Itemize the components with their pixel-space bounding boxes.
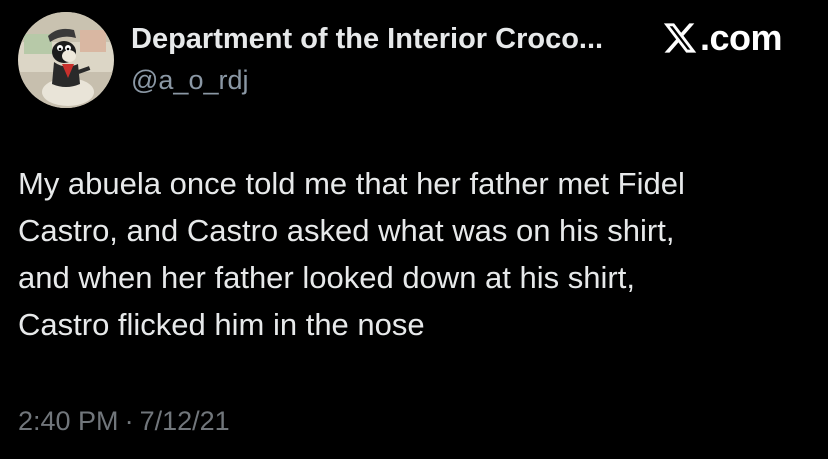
tweet-timestamp: 2:40 PM · 7/12/21 bbox=[18, 404, 230, 438]
tweet-card: Department of the Interior Croco... @a_o… bbox=[0, 0, 828, 459]
x-brand-link[interactable]: .com bbox=[662, 16, 783, 60]
tweet-line: Castro, and Castro asked what was on his… bbox=[18, 213, 675, 248]
x-logo-icon bbox=[663, 23, 697, 53]
tweet-time[interactable]: 2:40 PM bbox=[18, 406, 119, 436]
tweet-line: and when her father looked down at his s… bbox=[18, 260, 635, 295]
author-display-name[interactable]: Department of the Interior Croco... bbox=[131, 20, 651, 58]
author-handle[interactable]: @a_o_rdj bbox=[131, 63, 248, 97]
avatar[interactable] bbox=[18, 12, 114, 108]
tweet-date[interactable]: 7/12/21 bbox=[140, 406, 230, 436]
brand-label: .com bbox=[700, 17, 783, 58]
cartoon-character-avatar-icon bbox=[18, 12, 114, 108]
tweet-text: My abuela once told me that her father m… bbox=[18, 160, 818, 348]
tweet-line: Castro flicked him in the nose bbox=[18, 307, 425, 342]
tweet-line: My abuela once told me that her father m… bbox=[18, 166, 685, 201]
meta-separator: · bbox=[124, 406, 134, 436]
